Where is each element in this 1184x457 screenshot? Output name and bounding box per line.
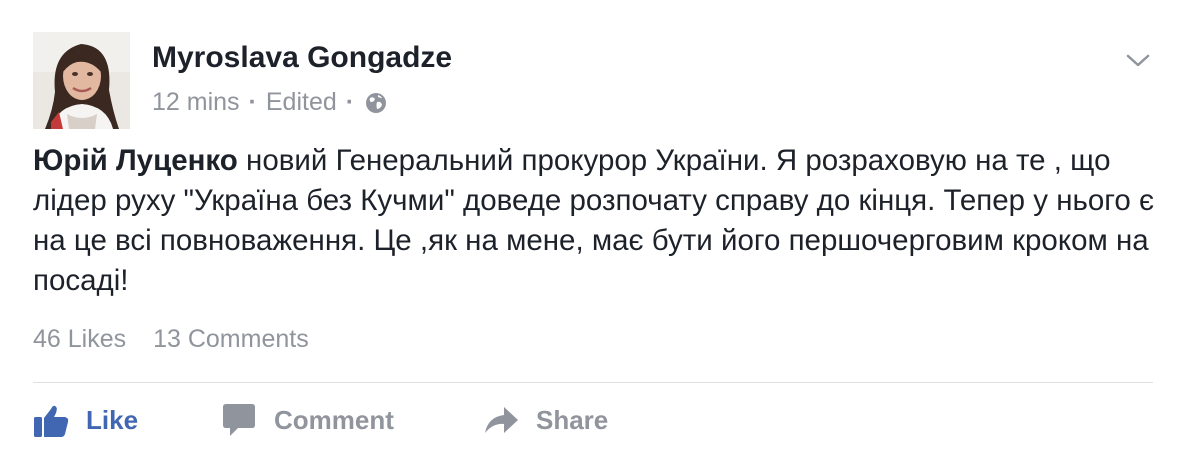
author-name[interactable]: Myroslava Gongadze	[152, 41, 452, 75]
avatar[interactable]	[33, 32, 130, 129]
profile-photo	[33, 32, 130, 129]
meta-separator: ·	[345, 88, 355, 116]
thumbs-up-icon	[34, 405, 69, 437]
tagged-name[interactable]: Юрій Луценко	[33, 144, 238, 177]
share-button[interactable]: Share	[482, 400, 608, 440]
comments-count[interactable]: 13 Comments	[153, 325, 309, 353]
comment-button[interactable]: Comment	[220, 400, 394, 440]
divider	[33, 382, 1153, 383]
share-label: Share	[536, 404, 609, 435]
globe-icon[interactable]	[365, 92, 387, 114]
chevron-down-icon[interactable]	[1124, 50, 1152, 70]
like-button[interactable]: Like	[32, 400, 138, 440]
edited-label[interactable]: Edited	[266, 88, 337, 117]
like-label: Like	[86, 404, 139, 435]
post-timestamp[interactable]: 12 mins	[152, 88, 240, 117]
meta-separator: ·	[248, 88, 257, 116]
comment-label: Comment	[274, 404, 394, 435]
likes-count[interactable]: 46 Likes	[33, 325, 126, 353]
engagement-stats: 46 Likes 13 Comments	[33, 325, 309, 354]
speech-bubble-icon	[223, 404, 255, 436]
post-body: Юрій Луценко новий Генеральний прокурор …	[33, 141, 1163, 301]
post-meta: 12 mins · Edited ·	[152, 88, 387, 117]
facebook-post: Myroslava Gongadze 12 mins · Edited · Юр…	[0, 0, 1184, 457]
share-arrow-icon	[485, 407, 518, 433]
